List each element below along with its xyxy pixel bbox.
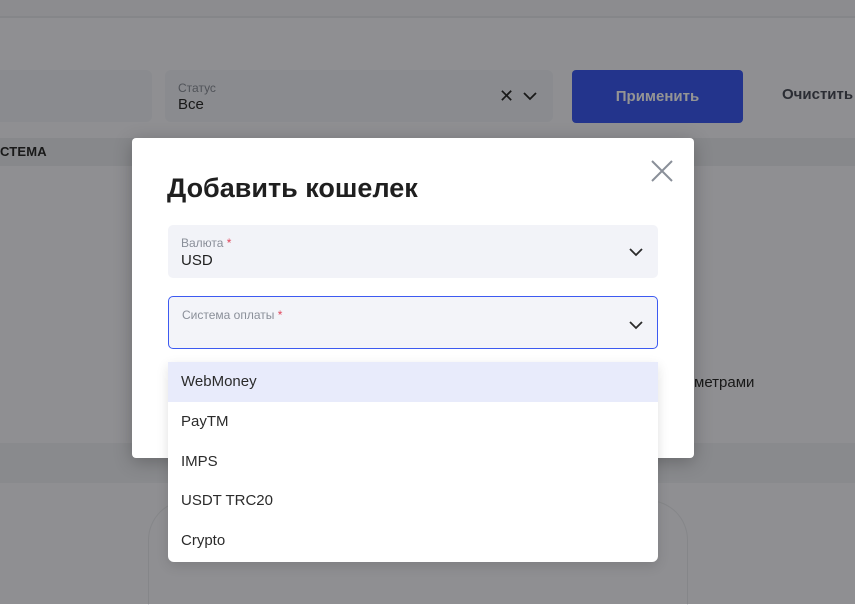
dropdown-option-imps[interactable]: IMPS bbox=[168, 442, 658, 482]
chevron-down-icon[interactable] bbox=[629, 244, 643, 262]
currency-label: Валюта * bbox=[181, 236, 232, 250]
dropdown-option-paytm[interactable]: PayTM bbox=[168, 402, 658, 442]
dropdown-option-webmoney[interactable]: WebMoney bbox=[168, 362, 658, 402]
payment-system-label: Система оплаты * bbox=[182, 308, 283, 322]
dropdown-option-crypto[interactable]: Crypto bbox=[168, 521, 658, 561]
chevron-down-icon[interactable] bbox=[629, 317, 643, 335]
dropdown-option-usdt-trc20[interactable]: USDT TRC20 bbox=[168, 481, 658, 521]
currency-select[interactable]: Валюта * USD bbox=[168, 225, 658, 278]
payment-system-dropdown: WebMoney PayTM IMPS USDT TRC20 Crypto bbox=[168, 362, 658, 562]
currency-value: USD bbox=[181, 252, 213, 269]
close-icon[interactable] bbox=[649, 158, 675, 184]
required-mark: * bbox=[226, 236, 232, 250]
payment-system-select[interactable]: Система оплаты * bbox=[168, 296, 658, 349]
modal-title: Добавить кошелек bbox=[167, 173, 418, 203]
required-mark: * bbox=[277, 308, 283, 322]
